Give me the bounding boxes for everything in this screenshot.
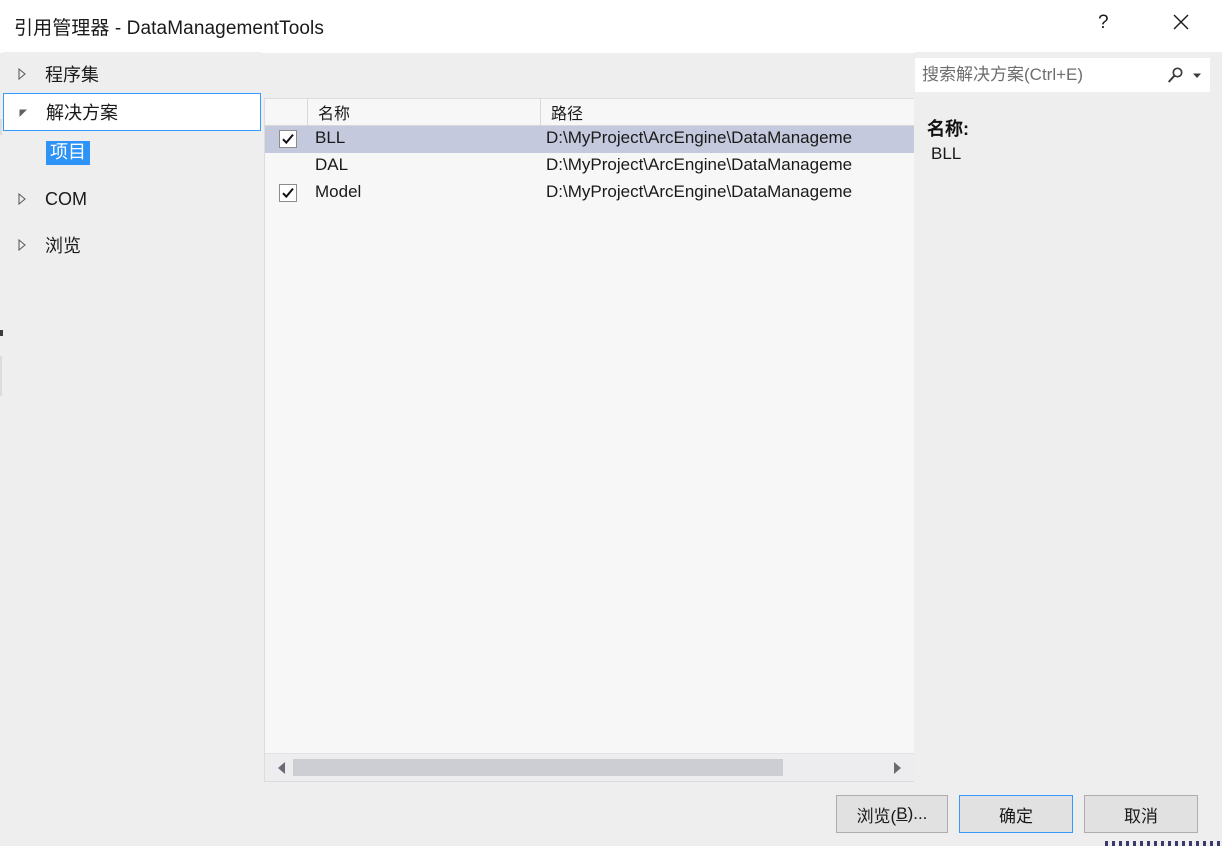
reference-list: BLL D:\MyProject\ArcEngine\DataManageme … [265,126,914,753]
row-path: D:\MyProject\ArcEngine\DataManageme [546,155,853,174]
search-box[interactable] [915,58,1210,92]
detail-name-label: 名称: [927,119,969,139]
table-row[interactable]: Model D:\MyProject\ArcEngine\DataManagem… [265,180,914,207]
column-header-checkbox[interactable] [265,99,308,125]
help-icon[interactable]: ? [1081,0,1127,44]
row-name: DAL [315,155,349,174]
search-icon[interactable] [1162,59,1188,91]
row-path: D:\MyProject\ArcEngine\DataManageme [546,128,853,147]
chevron-right-icon [17,180,33,218]
horizontal-scrollbar[interactable] [265,753,914,781]
browse-button[interactable]: 浏览(B)... [836,795,948,833]
tree-item-label: 程序集 [45,65,99,85]
reference-list-panel: 名称 路径 BLL D:\MyProject\ArcEngine\DataMan… [264,98,914,782]
row-path: D:\MyProject\ArcEngine\DataManageme [546,182,853,201]
tree-item-label: 解决方案 [46,103,118,123]
chevron-down-icon [18,93,34,131]
chevron-right-icon [17,55,33,93]
background-window-artifact [0,356,2,396]
cancel-button[interactable]: 取消 [1084,795,1198,833]
browse-button-prefix: 浏览( [856,806,897,826]
tree-item-label: 浏览 [45,236,81,256]
column-header-path[interactable]: 路径 [541,99,914,125]
browse-button-accel: B [896,804,908,823]
tree-item-solution[interactable]: 解决方案 [3,93,261,131]
browse-button-suffix: )... [907,804,928,823]
detail-panel: 名称: BLL [915,52,1222,783]
dialog-button-bar: 浏览(B)... 确定 取消 [0,783,1222,846]
background-window-artifact [1105,841,1222,846]
close-icon[interactable] [1158,0,1204,44]
tree-item-browse[interactable]: 浏览 [3,226,261,264]
reference-manager-dialog: 引用管理器 - DataManagementTools ? 程序集 解决方案 项… [0,0,1222,846]
row-name: Model [315,182,362,201]
scrollbar-thumb[interactable] [293,759,783,776]
scroll-right-icon[interactable] [886,754,908,781]
ok-button[interactable]: 确定 [959,795,1073,833]
table-row[interactable]: DAL D:\MyProject\ArcEngine\DataManageme [265,153,914,180]
title-bar: 引用管理器 - DataManagementTools ? [0,0,1222,53]
tree-item-com[interactable]: COM [3,180,261,218]
window-title: 引用管理器 - DataManagementTools [14,18,324,39]
scroll-left-icon[interactable] [271,754,293,781]
tree-item-label: 项目 [46,140,90,166]
table-row[interactable]: BLL D:\MyProject\ArcEngine\DataManageme [265,126,914,153]
tree-item-assemblies[interactable]: 程序集 [3,55,261,93]
chevron-right-icon [17,226,33,264]
row-name: BLL [315,128,346,147]
tree-item-projects[interactable]: 项目 [3,134,261,172]
category-tree: 程序集 解决方案 项目 COM 浏览 [3,52,261,783]
tree-item-label: COM [45,188,87,209]
search-input[interactable] [915,58,1162,92]
row-checkbox[interactable] [279,130,297,148]
row-checkbox[interactable] [279,184,297,202]
list-header-row: 名称 路径 [265,99,914,126]
background-window-artifact [0,330,3,336]
svg-text:?: ? [1098,12,1109,33]
background-window-artifact [0,119,2,135]
chevron-down-icon[interactable] [1188,59,1210,91]
column-header-name[interactable]: 名称 [308,99,541,125]
detail-name-value: BLL [931,144,962,163]
